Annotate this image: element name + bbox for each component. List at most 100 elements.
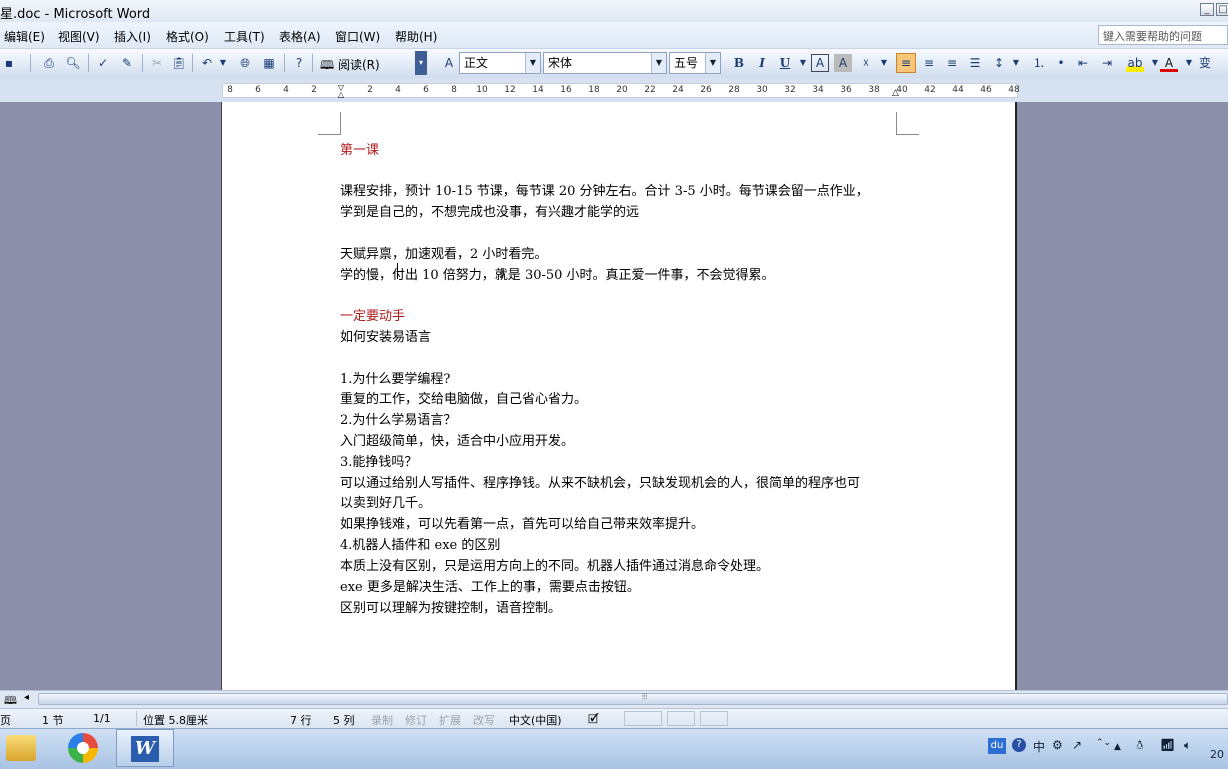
char-border-icon[interactable]: A xyxy=(811,54,829,72)
phonetic-guide-icon[interactable]: 变 xyxy=(1196,54,1214,72)
ruler-number: 18 xyxy=(588,85,600,95)
document-line[interactable]: 第一课 xyxy=(340,139,379,158)
underline-dropdown-icon[interactable]: ▼ xyxy=(794,54,812,72)
bold-button[interactable]: B xyxy=(730,54,748,72)
ruler-number: 44 xyxy=(952,85,964,95)
font-size-select[interactable]: 五号 ▼ xyxy=(669,52,721,74)
numbering-icon[interactable]: ⒈ xyxy=(1030,54,1048,72)
document-line[interactable]: 一定要动手 xyxy=(340,305,405,324)
document-line[interactable]: 重复的工作，交给电脑做，自己省心省力。 xyxy=(340,388,587,407)
network-icon[interactable]: 📶︎ xyxy=(1160,738,1175,752)
increase-indent-icon[interactable]: ⇥ xyxy=(1098,54,1116,72)
decrease-indent-icon[interactable]: ⇤ xyxy=(1074,54,1092,72)
status-overtype[interactable]: 改写 xyxy=(473,712,495,728)
ime-expand-icon[interactable]: ↗ xyxy=(1072,738,1082,752)
scroll-thumb[interactable]: ⦙⦙⦙ xyxy=(38,692,1228,705)
document-line[interactable]: 入门超级简单，快，适合中小应用开发。 xyxy=(340,430,574,449)
align-left-button[interactable]: ≡ xyxy=(896,53,916,73)
char-scale-icon[interactable]: ☓ xyxy=(857,54,875,72)
ime-language-indicator[interactable]: 中 xyxy=(1033,738,1045,755)
document-line[interactable]: 可以通过给别人写插件、程序挣钱。从来不缺机会，只缺发现机会的人，很简单的程序也可 xyxy=(340,472,860,491)
file-explorer-icon[interactable] xyxy=(6,735,36,761)
chevron-down-icon: ▼ xyxy=(705,53,720,73)
paste-icon[interactable]: 📋︎ xyxy=(170,54,188,72)
help-tray-icon[interactable]: ? xyxy=(1012,738,1026,752)
cut-icon[interactable]: ✂ xyxy=(148,54,166,72)
research-icon[interactable]: ✎ xyxy=(118,54,136,72)
document-line[interactable]: 4.机器人插件和 exe 的区别 xyxy=(340,534,500,553)
align-center-button[interactable]: ≡ xyxy=(920,54,938,72)
toolbar-options-icon[interactable]: ▾ xyxy=(415,51,427,75)
line-spacing-dropdown-icon[interactable]: ▼ xyxy=(1007,54,1025,72)
print-preview-icon[interactable]: 🔍︎ xyxy=(64,54,82,72)
spelling-icon[interactable]: ✓ xyxy=(94,54,112,72)
read-mode-button[interactable]: 🕮︎ 阅读(R) xyxy=(320,56,380,77)
minimize-button[interactable]: _ xyxy=(1200,3,1214,16)
status-language[interactable]: 中文(中国) xyxy=(509,712,562,728)
print-icon[interactable]: ⎙ xyxy=(40,54,58,72)
ruler-number: 48 xyxy=(1008,85,1020,95)
underline-button[interactable]: U xyxy=(776,54,794,72)
document-line[interactable]: 以卖到好几千。 xyxy=(340,492,431,511)
ruler-number: 6 xyxy=(423,85,429,95)
line-spacing-icon[interactable]: ↕ xyxy=(990,54,1008,72)
menu-format[interactable]: 格式(O) xyxy=(166,28,209,45)
document-line[interactable]: 3.能挣钱吗？ xyxy=(340,451,417,470)
status-track-changes[interactable]: 修订 xyxy=(405,712,427,728)
bullets-icon[interactable]: • xyxy=(1052,54,1070,72)
ruler-number: 34 xyxy=(812,85,824,95)
maximize-button[interactable]: □ xyxy=(1216,3,1228,16)
document-line[interactable]: 区别可以理解为按键控制，语音控制。 xyxy=(340,597,561,616)
document-line[interactable]: 2.为什么学易语言？ xyxy=(340,409,456,428)
document-line[interactable]: 学到是自己的，不想完成也没事，有兴趣才能学的远 xyxy=(340,201,639,220)
menu-insert[interactable]: 插入(I) xyxy=(114,28,151,45)
document-line[interactable]: 课程安排，预计 10-15 节课，每节课 20 分钟左右。合计 3-5 小时。每… xyxy=(340,180,869,199)
clock[interactable]: 20 xyxy=(1210,748,1224,761)
style-select[interactable]: 正文 ▼ xyxy=(459,52,541,74)
horizontal-scrollbar[interactable]: 🕮︎ ◂ ⦙⦙⦙ xyxy=(0,690,1228,709)
italic-button[interactable]: I xyxy=(753,54,771,72)
document-line[interactable]: 天赋异禀，加速观看，2 小时看完。 xyxy=(340,243,547,262)
taskbar-word-button[interactable]: W xyxy=(116,729,174,767)
styles-pane-icon[interactable]: A xyxy=(440,54,458,72)
char-scale-dropdown-icon[interactable]: ▼ xyxy=(875,54,893,72)
highlight-icon[interactable]: ab xyxy=(1126,54,1144,72)
help-icon[interactable]: ? xyxy=(290,54,308,72)
horizontal-ruler[interactable]: 8 6 4 2 2 4 6 8 10 12 14 16 18 20 22 24 … xyxy=(222,83,1020,99)
status-record[interactable]: 录制 xyxy=(371,712,393,728)
help-search-input[interactable]: 键入需要帮助的问题 xyxy=(1098,25,1228,45)
scroll-left-icon[interactable]: ◂ xyxy=(24,692,29,703)
document-line[interactable]: 如何安装易语言 xyxy=(340,326,431,345)
volume-icon[interactable]: 🔈︎ xyxy=(1184,738,1191,753)
menu-view[interactable]: 视图(V) xyxy=(58,28,100,45)
document-line[interactable]: 本质上没有区别，只是运用方向上的不同。机器人插件通过消息命令处理。 xyxy=(340,555,769,574)
qq-icon[interactable]: 🐧︎ xyxy=(1136,738,1143,754)
table-icon[interactable]: ▦ xyxy=(260,54,278,72)
right-indent-marker-icon[interactable]: △ xyxy=(892,88,899,98)
undo-dropdown-icon[interactable]: ▼ xyxy=(214,54,232,72)
ime-settings-icon[interactable]: ⚙ xyxy=(1052,738,1063,752)
ruler-number: 10 xyxy=(476,85,488,95)
save-icon[interactable]: ▪ xyxy=(0,54,18,72)
char-shading-icon[interactable]: A xyxy=(834,54,852,72)
indent-marker-icon[interactable]: ▽ △ xyxy=(337,84,345,99)
font-select[interactable]: 宋体 ▼ xyxy=(543,52,667,74)
status-extend[interactable]: 扩展 xyxy=(439,712,461,728)
menu-help[interactable]: 帮助(H) xyxy=(395,28,437,45)
justify-button[interactable]: ☰ xyxy=(966,54,984,72)
tray-arrows-icon[interactable]: ⌃⌄ xyxy=(1096,738,1111,748)
document-line[interactable]: 学的慢，付出 10 倍努力，就是 30-50 小时。真正爱一件事，不会觉得累。 xyxy=(340,264,775,283)
font-color-icon[interactable]: A xyxy=(1160,54,1178,72)
browser-icon[interactable] xyxy=(68,733,98,763)
menu-window[interactable]: 窗口(W) xyxy=(335,28,380,45)
hyperlink-icon[interactable]: 🌐︎ xyxy=(236,54,254,72)
document-line[interactable]: exe 更多是解决生活、工作上的事，需要点击按钮。 xyxy=(340,576,640,595)
document-line[interactable]: 如果挣钱难，可以先看第一点，首先可以给自己带来效率提升。 xyxy=(340,513,704,532)
show-hidden-icons[interactable]: ▲ xyxy=(1114,742,1121,752)
menu-edit[interactable]: 编辑(E) xyxy=(4,28,45,45)
align-right-button[interactable]: ≡ xyxy=(943,54,961,72)
menu-table[interactable]: 表格(A) xyxy=(279,28,321,45)
menu-tools[interactable]: 工具(T) xyxy=(224,28,265,45)
document-line[interactable]: 1.为什么要学编程? xyxy=(340,368,450,387)
baidu-icon[interactable]: du xyxy=(988,738,1006,754)
